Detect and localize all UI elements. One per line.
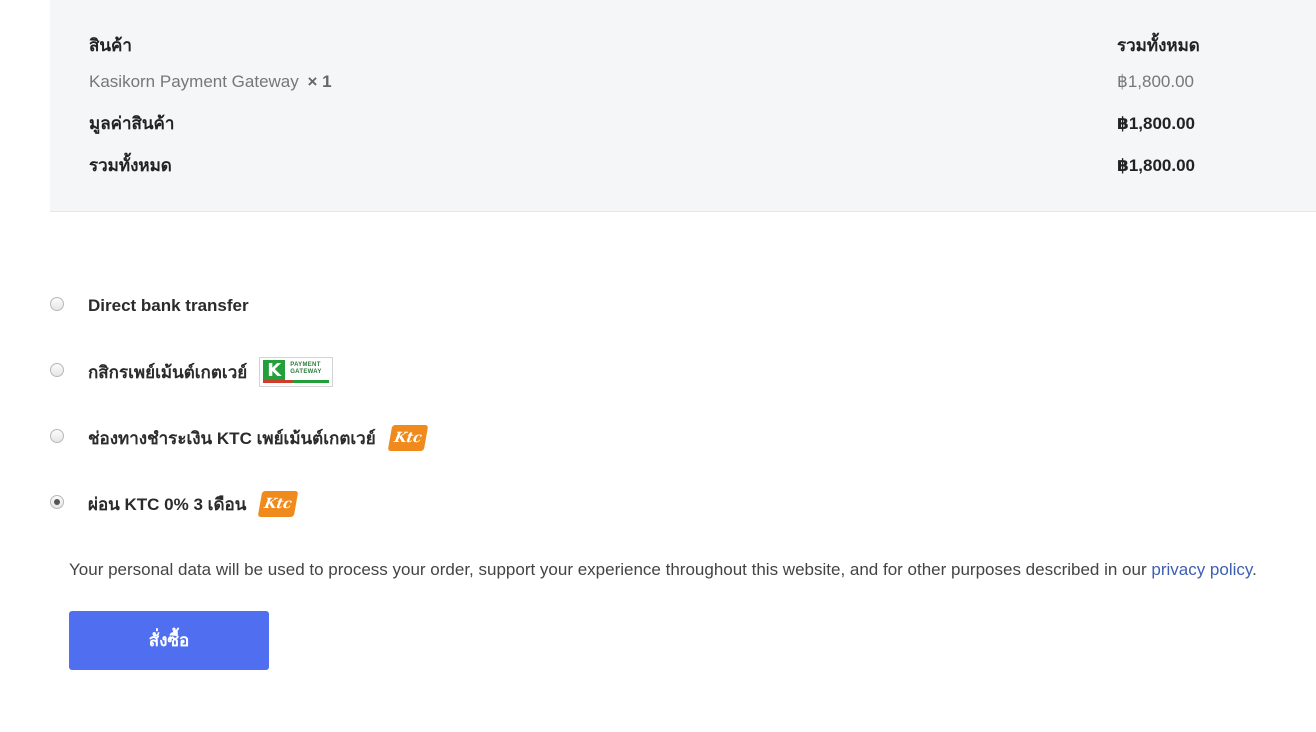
total-label: รวมทั้งหมด <box>89 156 172 175</box>
total-row: รวมทั้งหมด ฿1,800.00 <box>89 154 1316 178</box>
radio-bank-transfer[interactable] <box>50 297 64 311</box>
payment-method-label[interactable]: Direct bank transfer <box>88 296 249 316</box>
subtotal-row: มูลค่าสินค้า ฿1,800.00 <box>89 112 1316 136</box>
radio-ktc-installment[interactable] <box>50 495 64 509</box>
payment-method-label[interactable]: ผ่อน KTC 0% 3 เดือน <box>88 491 246 518</box>
payment-method-ktc-installment[interactable]: ผ่อน KTC 0% 3 เดือน Ktc <box>50 486 299 522</box>
kbank-logo-line1: PAYMENT <box>290 362 321 368</box>
subtotal-value: ฿1,800.00 <box>1117 114 1196 133</box>
item-name: Kasikorn Payment Gateway <box>89 72 299 91</box>
payment-method-kbank[interactable]: กสิกรเพย์เม้นต์เกตเวย์ K PAYMENT GATEWAY <box>50 354 334 390</box>
privacy-text: Your personal data will be used to proce… <box>69 560 1152 579</box>
order-item-row: Kasikorn Payment Gateway × 1 ฿1,800.00 <box>89 70 1316 94</box>
payment-method-label[interactable]: ช่องทางชำระเงิน KTC เพย์เม้นต์เกตเวย์ <box>88 425 376 452</box>
place-order-button[interactable]: สั่งซื้อ <box>69 611 269 670</box>
item-name-cell: Kasikorn Payment Gateway × 1 <box>89 70 332 94</box>
kbank-payment-gateway-logo: K PAYMENT GATEWAY <box>259 357 334 387</box>
ktc-logo: Ktc <box>258 491 299 517</box>
order-header-row: สินค้า รวมทั้งหมด <box>89 34 1316 58</box>
privacy-end: . <box>1252 560 1257 579</box>
item-quantity: × 1 <box>307 72 332 91</box>
privacy-notice: Your personal data will be used to proce… <box>69 560 1257 580</box>
radio-kbank[interactable] <box>50 363 64 377</box>
payment-method-bank-transfer[interactable]: Direct bank transfer <box>50 288 249 324</box>
item-price: ฿1,800.00 <box>1117 72 1194 91</box>
privacy-policy-link[interactable]: privacy policy <box>1151 560 1252 579</box>
order-review-table: สินค้า รวมทั้งหมด Kasikorn Payment Gatew… <box>50 0 1316 212</box>
subtotal-label: มูลค่าสินค้า <box>89 114 175 133</box>
ktc-logo: Ktc <box>387 425 428 451</box>
radio-ktc[interactable] <box>50 429 64 443</box>
kbank-logo-bar <box>263 380 330 383</box>
kbank-logo-line2: GATEWAY <box>290 369 322 375</box>
kbank-k-icon: K <box>263 360 286 382</box>
total-value: ฿1,800.00 <box>1117 156 1196 175</box>
payment-method-label[interactable]: กสิกรเพย์เม้นต์เกตเวย์ <box>88 359 247 386</box>
header-total: รวมทั้งหมด <box>1117 36 1200 55</box>
payment-method-ktc[interactable]: ช่องทางชำระเงิน KTC เพย์เม้นต์เกตเวย์ Kt… <box>50 420 428 456</box>
header-product: สินค้า <box>89 36 132 55</box>
